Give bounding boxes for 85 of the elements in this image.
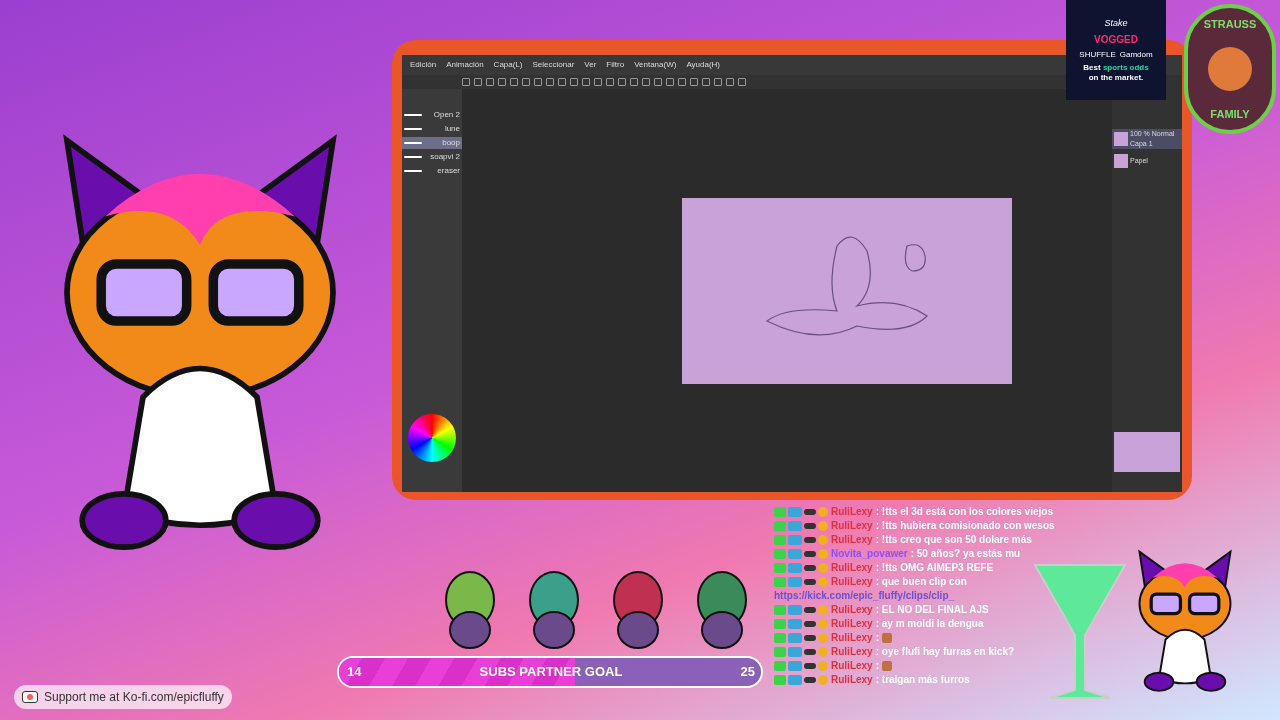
ad-overlay-text: VOGGED xyxy=(1094,33,1138,48)
moderator-badge-icon xyxy=(788,646,802,657)
menu-item[interactable]: Capa(L) xyxy=(493,59,523,71)
partner-logo-text: Gamdom xyxy=(1119,49,1153,62)
cup-icon xyxy=(22,691,38,703)
menu-item[interactable]: Ayuda(H) xyxy=(686,59,721,71)
kick-badge-icon xyxy=(774,632,786,643)
kick-badge-icon xyxy=(774,534,786,545)
kofi-pill[interactable]: Support me at Ko-fi.com/epicfluffy xyxy=(14,685,232,709)
ad-tagline: Best sports odds on the market. xyxy=(1083,63,1149,84)
menu-item[interactable]: Edición xyxy=(410,59,437,71)
coin-badge-icon xyxy=(818,562,828,573)
goal-current: 14 xyxy=(347,663,362,682)
moderator-badge-icon xyxy=(788,632,802,643)
moderator-badge-icon xyxy=(788,534,802,545)
menu-item[interactable]: Seleccionar xyxy=(532,59,575,71)
navigator-preview xyxy=(1114,432,1180,472)
brush-item[interactable]: Open 2 xyxy=(402,109,462,121)
partner-logo-text: SHUFFLE xyxy=(1079,49,1116,62)
coin-badge-icon xyxy=(818,506,828,517)
menu-item[interactable]: Animación xyxy=(446,59,484,71)
coin-badge-icon xyxy=(818,576,828,587)
coin-badge-icon xyxy=(818,646,828,657)
chat-message: : !tts el 3d está con los colores viejos xyxy=(875,505,1053,519)
coin-badge-icon xyxy=(818,632,828,643)
coin-badge-icon xyxy=(818,548,828,559)
coin-badge-icon xyxy=(818,534,828,545)
moderator-badge-icon xyxy=(788,674,802,685)
kick-badge-icon xyxy=(774,604,786,615)
brush-stroke-icon xyxy=(404,156,422,158)
moderator-badge-icon xyxy=(788,562,802,573)
moderator-badge-icon xyxy=(788,548,802,559)
moderator-badge-icon xyxy=(788,506,802,517)
brush-stroke-icon xyxy=(404,114,422,116)
brush-item[interactable]: eraser xyxy=(402,165,462,177)
moderator-badge-icon xyxy=(788,576,802,587)
brush-item[interactable]: soapvi 2 xyxy=(402,151,462,163)
chat-message: : que buen clip con xyxy=(875,575,967,589)
layer-thumbnail xyxy=(1114,154,1128,168)
coin-badge-icon xyxy=(818,604,828,615)
menu-item[interactable]: Ver xyxy=(584,59,597,71)
coin-badge-icon xyxy=(818,674,828,685)
chat-message: : xyxy=(875,659,880,673)
kick-badge-icon xyxy=(774,618,786,629)
chat-message: : xyxy=(875,631,880,645)
color-wheel-icon[interactable] xyxy=(408,414,456,462)
chat-message: : traigan más furros xyxy=(875,673,970,687)
chat-message: : !tts creo que son 50 dolare más xyxy=(875,533,1032,547)
emblem-subtitle: FAMILY xyxy=(1210,106,1250,122)
coin-badge-icon xyxy=(818,520,828,531)
layer-thumbnail xyxy=(1114,132,1128,146)
kick-badge-icon xyxy=(774,506,786,517)
kick-badge-icon xyxy=(774,674,786,685)
chat-message: : ay m moldi la dengua xyxy=(875,617,984,631)
kick-badge-icon xyxy=(774,646,786,657)
kick-badge-icon xyxy=(774,548,786,559)
goal-target: 25 xyxy=(740,663,755,682)
emblem-title: STRAUSS xyxy=(1203,17,1257,32)
chat-message: : EL NO DEL FINAL AJS xyxy=(875,603,989,617)
brush-item[interactable]: boop xyxy=(402,137,462,149)
kick-badge-icon xyxy=(774,576,786,587)
kofi-text: Support me at Ko-fi.com/epicfluffy xyxy=(44,689,224,706)
ad-brand: Stake xyxy=(1104,16,1128,30)
coin-badge-icon xyxy=(818,660,828,671)
moderator-badge-icon xyxy=(788,604,802,615)
moderator-badge-icon xyxy=(788,520,802,531)
emote-icon xyxy=(882,660,893,671)
brush-stroke-icon xyxy=(404,170,422,172)
brush-item[interactable]: lune xyxy=(402,123,462,135)
kick-badge-icon xyxy=(774,520,786,531)
chat-message: : !tts hubiera comisionado con wesos xyxy=(875,519,1055,533)
kick-badge-icon xyxy=(774,562,786,573)
coin-badge-icon xyxy=(818,618,828,629)
chat-message: : 50 años? ya estás mu xyxy=(910,547,1021,561)
menu-item[interactable]: Ventana(W) xyxy=(634,59,677,71)
chat-message: : oye flufi hay furras en kick? xyxy=(875,645,1015,659)
brush-stroke-icon xyxy=(404,142,422,144)
emote-icon xyxy=(882,632,893,643)
kick-badge-icon xyxy=(774,660,786,671)
chat-message: : !tts OMG AIMEP3 REFE xyxy=(875,561,994,575)
menu-item[interactable]: Filtro xyxy=(606,59,625,71)
moderator-badge-icon xyxy=(788,618,802,629)
goal-title: SUBS PARTNER GOAL xyxy=(479,663,623,682)
brush-stroke-icon xyxy=(404,128,422,130)
moderator-badge-icon xyxy=(788,660,802,671)
